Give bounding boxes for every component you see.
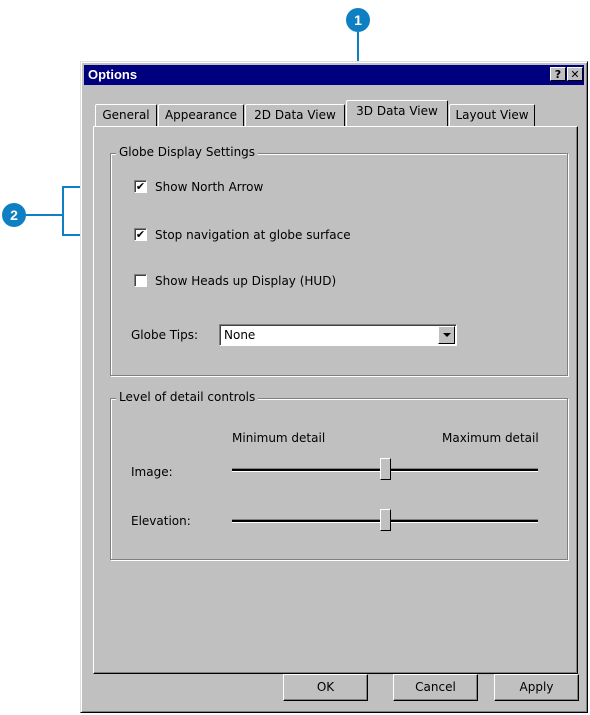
elevation-label: Elevation: [131, 514, 191, 528]
image-label: Image: [131, 465, 173, 479]
minimum-detail-label: Minimum detail [232, 431, 326, 445]
tab-3d-data-view[interactable]: 3D Data View [346, 100, 448, 126]
window-title: Options [88, 67, 138, 82]
dropdown-arrow-icon[interactable] [438, 326, 455, 344]
tab-2d-data-view[interactable]: 2D Data View [245, 104, 345, 126]
apply-button[interactable]: Apply [494, 674, 579, 701]
tab-appearance[interactable]: Appearance [158, 104, 244, 126]
globe-tips-select[interactable]: None [219, 324, 457, 346]
ok-button[interactable]: OK [283, 674, 368, 701]
tab-layout-view[interactable]: Layout View [449, 104, 535, 126]
cancel-button[interactable]: Cancel [393, 674, 478, 701]
show-hud-label: Show Heads up Display (HUD) [155, 274, 337, 288]
maximum-detail-label: Maximum detail [442, 431, 539, 445]
tab-general[interactable]: General [95, 104, 157, 126]
globe-tips-value: None [224, 328, 256, 342]
help-button[interactable]: ? [550, 67, 566, 81]
close-button[interactable]: ✕ [567, 67, 583, 81]
callout-1: 1 [346, 8, 370, 32]
elevation-slider-thumb[interactable] [379, 509, 391, 531]
level-of-detail-group [110, 398, 568, 560]
globe-tips-label: Globe Tips: [131, 328, 198, 342]
callout-2: 2 [2, 203, 26, 227]
show-hud-checkbox[interactable] [134, 274, 147, 287]
title-bar: Options ? ✕ [84, 65, 584, 85]
callout-2-line [26, 214, 62, 216]
image-slider-thumb[interactable] [379, 458, 391, 480]
globe-display-settings-legend: Globe Display Settings [116, 145, 259, 159]
stop-navigation-label: Stop navigation at globe surface [155, 228, 351, 242]
callout-2-bracket [62, 186, 64, 235]
show-north-arrow-checkbox[interactable]: ✔ [134, 180, 147, 193]
level-of-detail-legend: Level of detail controls [116, 390, 259, 404]
show-north-arrow-label: Show North Arrow [155, 180, 264, 194]
stop-navigation-checkbox[interactable]: ✔ [134, 228, 147, 241]
